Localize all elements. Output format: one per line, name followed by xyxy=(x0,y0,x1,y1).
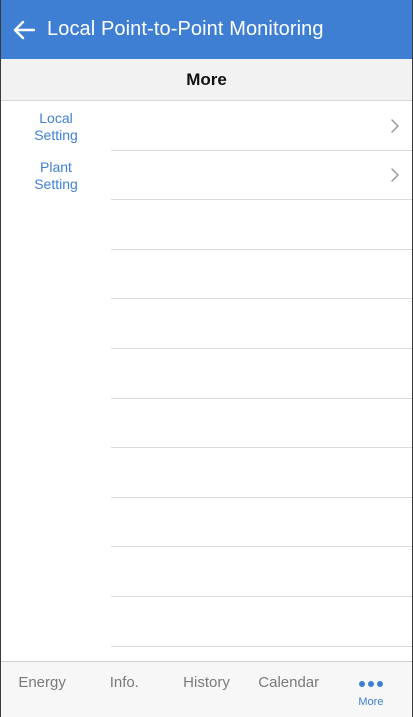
section-title: More xyxy=(186,69,227,89)
bottom-tab-bar: Energy Info. History Calendar More xyxy=(1,661,412,717)
screen: Local Point-to-Point Monitoring More Loc… xyxy=(0,0,413,717)
list-item-label-line1: Local xyxy=(39,109,73,126)
list-item-label: Plant Setting xyxy=(1,157,111,193)
app-bar: Local Point-to-Point Monitoring xyxy=(1,0,412,59)
chevron-right-icon xyxy=(391,119,399,133)
section-header: More xyxy=(1,59,412,101)
list-item-plant-setting[interactable]: Plant Setting xyxy=(1,151,412,201)
row-divider xyxy=(111,645,412,647)
empty-row xyxy=(1,597,412,647)
more-dots-icon xyxy=(358,680,383,688)
list-item-label-line1: Plant xyxy=(40,159,72,176)
empty-row xyxy=(1,349,412,399)
tab-history[interactable]: History xyxy=(165,662,247,717)
app-title: Local Point-to-Point Monitoring xyxy=(47,18,324,40)
arrow-left-icon xyxy=(13,20,35,39)
tab-label: More xyxy=(358,696,384,708)
empty-row xyxy=(1,399,412,449)
tab-label: History xyxy=(183,674,230,691)
tab-label: Info. xyxy=(109,674,139,691)
empty-row xyxy=(1,498,412,548)
list-item-label-line2: Setting xyxy=(34,126,78,143)
empty-row xyxy=(1,448,412,498)
empty-row xyxy=(1,547,412,597)
tab-label: Energy xyxy=(18,674,66,691)
tab-more[interactable]: More xyxy=(330,662,412,717)
tab-energy[interactable]: Energy xyxy=(1,662,83,717)
empty-row xyxy=(1,200,412,250)
list-item-label: Local Setting xyxy=(1,108,111,144)
settings-list: Local Setting Plant Setting xyxy=(1,101,412,647)
list-item-local-setting[interactable]: Local Setting xyxy=(1,101,412,151)
tab-info[interactable]: Info. xyxy=(83,662,165,717)
list-item-label-line2: Setting xyxy=(34,176,78,193)
empty-row xyxy=(1,250,412,300)
back-button[interactable] xyxy=(1,0,47,59)
tab-label: Calendar xyxy=(258,674,320,691)
empty-row xyxy=(1,299,412,349)
chevron-right-icon xyxy=(391,168,399,183)
tab-calendar[interactable]: Calendar xyxy=(248,662,330,717)
